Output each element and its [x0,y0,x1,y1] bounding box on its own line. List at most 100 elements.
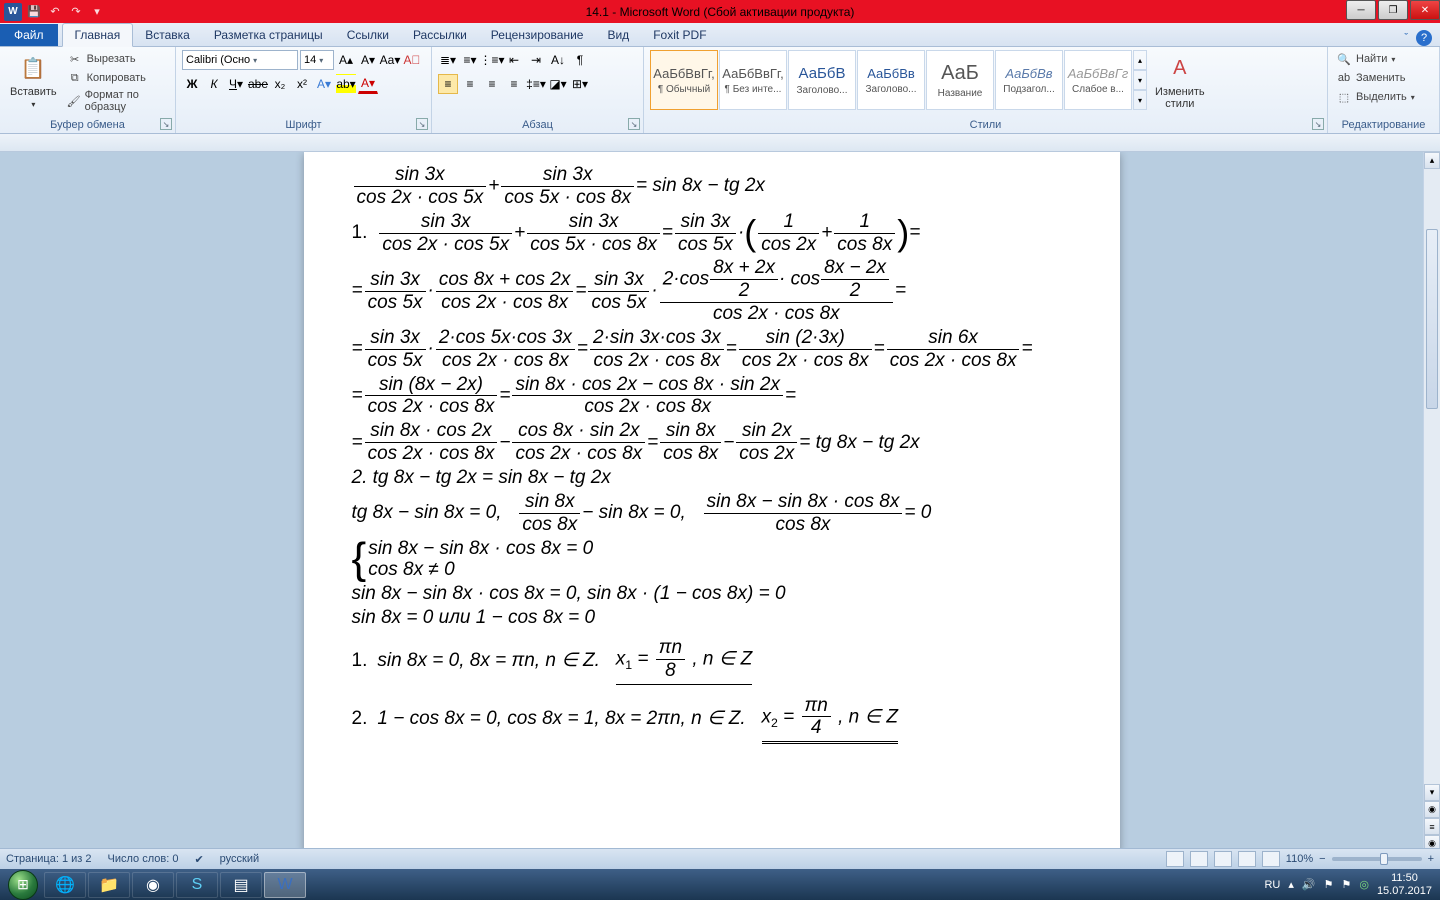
tab-review[interactable]: Рецензирование [479,24,596,46]
borders-button[interactable]: ⊞▾ [570,74,590,94]
show-marks-button[interactable]: ¶ [570,50,590,70]
tray-volume-icon[interactable]: 🔊 [1302,878,1316,891]
style-title[interactable]: АаБНазвание [926,50,994,110]
tab-home[interactable]: Главная [62,23,134,47]
restore-button[interactable]: ❐ [1378,0,1408,20]
task-ie[interactable]: 🌐 [44,872,86,898]
ruler[interactable] [0,134,1440,152]
browse-object-button[interactable]: ≡ [1424,818,1440,835]
view-web[interactable] [1214,851,1232,867]
language-indicator[interactable]: русский [220,853,259,865]
underline-button[interactable]: Ч▾ [226,74,246,94]
highlight-button[interactable]: ab▾ [336,74,356,94]
multilevel-button[interactable]: ⋮≡▾ [482,50,502,70]
tray-av-icon[interactable]: ◎ [1359,878,1369,891]
style-no-spacing[interactable]: АаБбВвГг,¶ Без инте... [719,50,787,110]
paragraph-launcher[interactable]: ↘ [628,118,640,130]
task-skype[interactable]: S [176,872,218,898]
superscript-button[interactable]: x² [292,74,312,94]
font-color-button[interactable]: A▾ [358,74,378,94]
style-subtle[interactable]: АаБбВвГгСлабое в... [1064,50,1132,110]
paste-button[interactable]: 📋 Вставить ▾ [6,50,61,111]
prev-page-button[interactable]: ◉ [1424,801,1440,818]
view-draft[interactable] [1262,851,1280,867]
format-painter-button[interactable]: 🖌Формат по образцу [65,88,169,114]
cut-button[interactable]: ✂Вырезать [65,50,169,68]
italic-button[interactable]: К [204,74,224,94]
copy-button[interactable]: ⧉Копировать [65,69,169,87]
tray-show-hidden-icon[interactable]: ▴ [1288,878,1294,891]
tab-insert[interactable]: Вставка [133,24,202,46]
select-button[interactable]: ⬚Выделить▾ [1334,88,1417,106]
shrink-font-button[interactable]: A▾ [358,50,378,70]
vertical-scrollbar[interactable]: ▴ ▾ ◉ ≡ ◉ [1423,152,1440,852]
align-left-button[interactable]: ≡ [438,74,458,94]
scroll-track[interactable] [1424,169,1440,784]
styles-gallery[interactable]: АаБбВвГг,¶ Обычный АаБбВвГг,¶ Без инте..… [650,50,1147,110]
tab-mailings[interactable]: Рассылки [401,24,479,46]
minimize-button[interactable]: ─ [1346,0,1376,20]
tab-layout[interactable]: Разметка страницы [202,24,335,46]
tab-view[interactable]: Вид [595,24,641,46]
numbering-button[interactable]: ≡▾ [460,50,480,70]
bullets-button[interactable]: ≣▾ [438,50,458,70]
align-right-button[interactable]: ≡ [482,74,502,94]
qat-customize-button[interactable]: ▾ [88,3,106,21]
view-print-layout[interactable] [1166,851,1184,867]
task-word[interactable]: W [264,872,306,898]
qat-redo-button[interactable]: ↷ [67,3,85,21]
decrease-indent-button[interactable]: ⇤ [504,50,524,70]
clear-formatting-button[interactable]: A⃠ [402,50,422,70]
sort-button[interactable]: A↓ [548,50,568,70]
document-area[interactable]: sin 3xcos 2x · cos 5x + sin 3xcos 5x · c… [0,152,1423,852]
strike-button[interactable]: abe [248,74,268,94]
system-tray[interactable]: RU ▴ 🔊 ⚑ ⚑ ◎ 11:50 15.07.2017 [1264,872,1436,896]
zoom-knob[interactable] [1380,853,1388,865]
help-button[interactable]: ? [1416,30,1432,46]
qat-save-button[interactable]: 💾 [25,3,43,21]
view-outline[interactable] [1238,851,1256,867]
task-chrome[interactable]: ◉ [132,872,174,898]
increase-indent-button[interactable]: ⇥ [526,50,546,70]
styles-launcher[interactable]: ↘ [1312,118,1324,130]
align-center-button[interactable]: ≡ [460,74,480,94]
tab-references[interactable]: Ссылки [335,24,401,46]
zoom-out-button[interactable]: − [1319,853,1325,865]
styles-scroll[interactable]: ▴▾▾ [1133,50,1147,110]
tray-clock[interactable]: 11:50 15.07.2017 [1377,872,1432,896]
font-size-combo[interactable]: 14▾ [300,50,334,70]
font-launcher[interactable]: ↘ [416,118,428,130]
zoom-in-button[interactable]: + [1428,853,1434,865]
task-explorer[interactable]: 📁 [88,872,130,898]
tray-lang[interactable]: RU [1264,879,1280,891]
font-name-combo[interactable]: Calibri (Осно▾ [182,50,298,70]
word-count[interactable]: Число слов: 0 [108,853,179,865]
text-effects-button[interactable]: A▾ [314,74,334,94]
page-indicator[interactable]: Страница: 1 из 2 [6,853,92,865]
style-heading1[interactable]: АаБбВЗаголово... [788,50,856,110]
clipboard-launcher[interactable]: ↘ [160,118,172,130]
tab-foxit[interactable]: Foxit PDF [641,24,718,46]
start-button[interactable] [4,869,42,900]
tab-file[interactable]: Файл [0,24,58,46]
bold-button[interactable]: Ж [182,74,202,94]
scroll-thumb[interactable] [1426,229,1438,409]
style-heading2[interactable]: АаБбВвЗаголово... [857,50,925,110]
minimize-ribbon-button[interactable]: ˇ [1404,32,1408,44]
shading-button[interactable]: ◪▾ [548,74,568,94]
grow-font-button[interactable]: A▴ [336,50,356,70]
subscript-button[interactable]: x₂ [270,74,290,94]
style-normal[interactable]: АаБбВвГг,¶ Обычный [650,50,718,110]
qat-undo-button[interactable]: ↶ [46,3,64,21]
change-case-button[interactable]: Aa▾ [380,50,400,70]
scroll-up-button[interactable]: ▴ [1424,152,1440,169]
scroll-down-button[interactable]: ▾ [1424,784,1440,801]
line-spacing-button[interactable]: ‡≡▾ [526,74,546,94]
style-subtitle[interactable]: АаБбВвПодзагол... [995,50,1063,110]
close-button[interactable]: ✕ [1410,0,1440,20]
justify-button[interactable]: ≡ [504,74,524,94]
tray-network-icon[interactable]: ⚑ [1324,878,1334,891]
proofing-icon[interactable]: ✔ [194,853,203,866]
task-app[interactable]: ▤ [220,872,262,898]
tray-action-icon[interactable]: ⚑ [1341,878,1351,891]
